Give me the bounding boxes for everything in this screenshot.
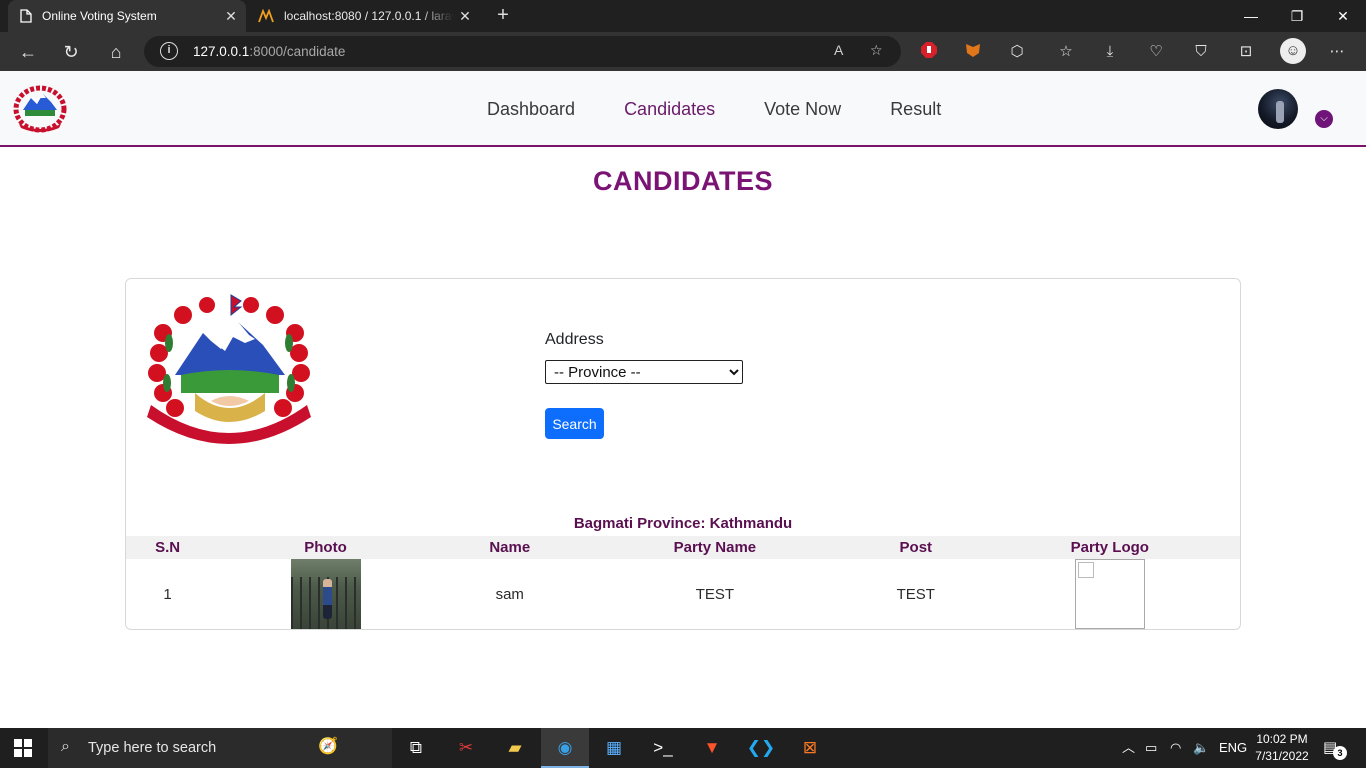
refresh-icon[interactable]: ↻ xyxy=(58,39,84,65)
language-indicator[interactable]: ENG xyxy=(1219,728,1247,768)
col-sn: S.N xyxy=(126,536,210,559)
tab-phpmyadmin[interactable]: localhost:8080 / 127.0.0.1 / laravel ✕ xyxy=(248,0,480,32)
search-icon: ⌕ xyxy=(61,738,70,755)
notification-count: 3 xyxy=(1333,746,1347,760)
favorites-icon[interactable]: ☆ xyxy=(1055,41,1077,63)
search-highlight-icon: 🧭 xyxy=(318,738,338,755)
vscode-icon[interactable]: ❮❯ xyxy=(737,728,785,768)
nav-candidates[interactable]: Candidates xyxy=(624,99,715,120)
xampp-icon[interactable]: ⊠ xyxy=(786,728,834,768)
page-title: CANDIDATES xyxy=(593,166,773,196)
adblock-extension-icon[interactable] xyxy=(918,41,940,63)
col-party-logo: Party Logo xyxy=(979,536,1240,559)
profile-icon[interactable]: ☺ xyxy=(1280,38,1306,64)
task-view-icon[interactable]: ⧉ xyxy=(392,728,440,768)
table-row: 1 sam TEST TEST xyxy=(126,559,1240,629)
tray-overflow-icon[interactable]: ︿ xyxy=(1122,728,1135,768)
windows-start-icon[interactable] xyxy=(14,739,32,757)
browser-tab-strip: Online Voting System ✕ localhost:8080 / … xyxy=(0,0,1366,32)
read-aloud-icon[interactable]: A xyxy=(834,42,843,58)
cell-photo xyxy=(209,559,442,629)
tab-online-voting[interactable]: Online Voting System ✕ xyxy=(8,0,246,32)
minimize-button[interactable]: — xyxy=(1228,0,1274,32)
col-photo: Photo xyxy=(209,536,442,559)
main-menu: Dashboard Candidates Vote Now Result xyxy=(487,99,990,120)
avatar-figure xyxy=(1276,101,1284,123)
broken-image-icon xyxy=(1074,559,1145,629)
close-icon[interactable]: ✕ xyxy=(454,8,476,25)
system-clock[interactable]: 10:02 PM 7/31/2022 xyxy=(1253,731,1311,765)
terminal-icon[interactable]: >_ xyxy=(639,728,687,768)
taskbar-search-box[interactable]: ⌕ Type here to search 🧭 xyxy=(48,728,392,768)
nav-dashboard[interactable]: Dashboard xyxy=(487,99,575,120)
chevron-down-icon[interactable]: ⌵ xyxy=(1315,110,1333,128)
browser-essentials-icon[interactable]: ⛉ xyxy=(1190,41,1212,63)
close-window-button[interactable]: ✕ xyxy=(1320,0,1366,32)
table-caption: Bagmati Province: Kathmandu xyxy=(573,515,793,532)
cell-name: sam xyxy=(495,585,524,603)
nav-result[interactable]: Result xyxy=(890,99,941,120)
cell-sn: 1 xyxy=(163,585,172,603)
candidates-table: S.N Photo Name Party Name Post Party Log… xyxy=(126,536,1240,629)
file-explorer-icon[interactable]: ▰ xyxy=(491,728,539,768)
volume-icon[interactable]: 🔈 xyxy=(1193,728,1209,768)
url-text[interactable]: 127.0.0.1:8000/candidate xyxy=(193,44,345,59)
performance-icon[interactable]: ♡ xyxy=(1145,41,1167,63)
cell-post: TEST xyxy=(896,585,935,603)
battery-icon[interactable]: ▭ xyxy=(1145,728,1157,768)
user-avatar[interactable] xyxy=(1258,89,1298,129)
tab-title: Online Voting System xyxy=(42,9,157,23)
candidate-photo xyxy=(290,559,361,629)
snipping-tool-icon[interactable]: ✂ xyxy=(442,728,490,768)
address-label: Address xyxy=(545,331,604,348)
cell-party-logo xyxy=(980,559,1240,629)
cell-party-name: TEST xyxy=(695,585,735,603)
clock-date: 7/31/2022 xyxy=(1255,749,1309,763)
close-icon[interactable]: ✕ xyxy=(220,8,242,25)
address-bar[interactable]: i 127.0.0.1:8000/candidate A ☆ xyxy=(144,36,901,67)
collections-icon[interactable]: ⊡ xyxy=(1235,41,1257,63)
site-info-icon[interactable]: i xyxy=(160,42,178,60)
back-icon[interactable]: ← xyxy=(15,39,41,65)
new-tab-button[interactable]: + xyxy=(490,4,516,28)
metamask-extension-icon[interactable] xyxy=(962,41,984,63)
tab-title: localhost:8080 / 127.0.0.1 / laravel xyxy=(284,9,454,23)
wifi-icon[interactable]: ◠ xyxy=(1170,728,1181,768)
col-name: Name xyxy=(441,536,578,559)
page-icon xyxy=(20,9,32,23)
windows-taskbar: ⌕ Type here to search 🧭 ⧉ ✂ ▰ ◉ ▦ >_ ▼ ❮… xyxy=(0,728,1366,768)
downloads-icon[interactable]: ⤓ xyxy=(1099,41,1121,63)
nepal-emblem-logo[interactable] xyxy=(11,84,69,134)
restore-button[interactable]: ❐ xyxy=(1274,0,1320,32)
search-button[interactable]: Search xyxy=(545,408,604,439)
home-icon[interactable]: ⌂ xyxy=(103,39,129,65)
taskbar-search-placeholder: Type here to search xyxy=(88,740,217,756)
clock-time: 10:02 PM xyxy=(1256,732,1308,746)
extensions-icon[interactable]: ⬡ xyxy=(1006,41,1028,63)
province-select[interactable]: -- Province -- xyxy=(545,360,743,384)
microsoft-store-icon[interactable]: ▦ xyxy=(590,728,638,768)
brave-browser-icon[interactable]: ▼ xyxy=(688,728,736,768)
address-toolbar: ← ↻ ⌂ i 127.0.0.1:8000/candidate A ☆ ⬡ ☆… xyxy=(0,32,1366,71)
site-navbar: Dashboard Candidates Vote Now Result ⌵ xyxy=(0,71,1366,147)
col-party-name: Party Name xyxy=(577,536,853,559)
more-menu-icon[interactable]: ⋯ xyxy=(1326,41,1348,63)
favorite-add-icon[interactable]: ☆ xyxy=(870,42,883,59)
candidates-card: Address -- Province -- Search Bagmati Pr… xyxy=(125,278,1241,630)
phpmyadmin-icon xyxy=(258,9,274,23)
edge-browser-icon[interactable]: ◉ xyxy=(541,728,589,768)
nav-vote-now[interactable]: Vote Now xyxy=(764,99,841,120)
notifications-icon[interactable]: ▤ 3 xyxy=(1323,738,1347,760)
nepal-emblem-image xyxy=(147,294,311,444)
col-post: Post xyxy=(852,536,980,559)
table-header-row: S.N Photo Name Party Name Post Party Log… xyxy=(126,536,1240,559)
